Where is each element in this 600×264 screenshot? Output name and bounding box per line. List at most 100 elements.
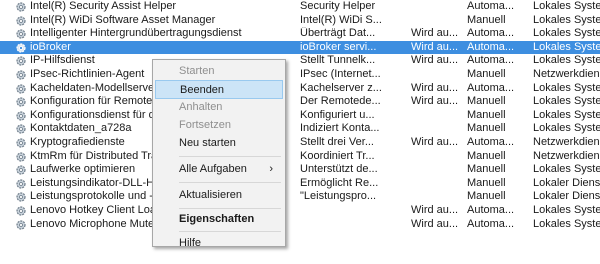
submenu-arrow-icon: › (269, 163, 273, 175)
service-row[interactable]: KtmRm für Distributed Transaction Koordi… (0, 150, 600, 164)
service-description: ioBroker servi... (300, 40, 377, 53)
service-name: ioBroker (30, 40, 71, 53)
service-description: Security Helper (300, 0, 376, 12)
menu-separator (179, 156, 281, 157)
service-gear-icon (16, 2, 26, 12)
service-logon-as: Lokales System (533, 81, 600, 94)
menu-item-refresh[interactable]: Aktualisieren (155, 186, 283, 205)
service-description: Konfiguriert u... (300, 108, 375, 121)
menu-separator (179, 208, 281, 209)
service-row[interactable]: Intelligenter Hintergrundübertragungsdie… (0, 27, 600, 41)
service-logon-as: Lokales System (533, 0, 600, 12)
service-row[interactable]: Leistungsindikator-DLL-Host Ermöglicht R… (0, 177, 600, 191)
service-row[interactable]: Laufwerke optimieren Unterstützt de... M… (0, 163, 600, 177)
service-description: Intel(R) WiDi S... (300, 13, 382, 26)
service-gear-icon (16, 83, 26, 94)
service-gear-icon (16, 151, 26, 162)
service-description: Der Remotede... (300, 95, 381, 108)
service-row-selected[interactable]: ioBroker ioBroker servi... Wird au... Au… (0, 40, 600, 55)
service-row[interactable]: Konfigurationsdienst für direkt Konfigur… (0, 109, 600, 123)
menu-item-pause[interactable]: Anhalten (155, 98, 283, 117)
service-row[interactable]: Leistungsprotokolle und -warnungen "Leis… (0, 190, 600, 204)
menu-item-help[interactable]: Hilfe (155, 225, 283, 253)
service-row[interactable]: Kontaktdaten_a728a Indiziert Konta... Ma… (0, 122, 600, 136)
service-gear-icon (16, 56, 26, 66)
service-startup-type: Manuell (467, 122, 506, 135)
service-gear-icon (16, 111, 26, 121)
service-gear-icon (16, 43, 26, 53)
service-logon-as: Lokales System (533, 54, 600, 67)
menu-item-label: Aktualisieren (179, 189, 242, 201)
service-logon-as: Lokales System (533, 163, 600, 176)
service-description: Kachelserver z... (300, 81, 382, 94)
service-status: Wird au... (411, 136, 459, 148)
menu-item-label: Neu starten (179, 137, 236, 149)
menu-item-label: Starten (179, 65, 215, 77)
service-status: Wird au... (411, 81, 459, 94)
service-status: Wird au... (411, 95, 459, 108)
menu-item-resume[interactable]: Fortsetzen (155, 116, 283, 135)
service-gear-icon (16, 192, 26, 202)
service-gear-icon (16, 165, 26, 175)
service-gear-icon (16, 219, 26, 230)
menu-item-start[interactable]: Starten (155, 62, 283, 81)
service-row[interactable]: Intel(R) Security Assist Helper Security… (0, 0, 600, 14)
service-logon-as: Netzwerkdienst (533, 68, 600, 80)
service-startup-type: Automa... (467, 0, 515, 12)
service-description: Ermöglicht Re... (300, 176, 379, 189)
service-status: Wird au... (411, 204, 459, 216)
service-gear-icon (16, 29, 26, 39)
service-logon-as: Lokales System (533, 108, 600, 121)
service-startup-type: Manuell (467, 108, 506, 121)
service-name: Intelligenter Hintergrundübertragungsdie… (30, 27, 242, 40)
menu-item-label: Alle Aufgaben (179, 163, 247, 175)
service-name: Intel(R) Security Assist Helper (30, 0, 177, 12)
service-row[interactable]: Konfiguration für Remotedesktops Der Rem… (0, 95, 600, 109)
service-row[interactable]: Lenovo Hotkey Client Loader Wird au... A… (0, 204, 600, 218)
menu-separator (179, 182, 281, 183)
service-startup-type: Automa... (467, 40, 515, 53)
service-startup-type: Manuell (467, 163, 506, 176)
service-logon-as: Netzwerkdienst (533, 149, 600, 162)
menu-item-all-tasks[interactable]: Alle Aufgaben › (155, 160, 283, 179)
service-description: Indiziert Konta... (300, 122, 380, 135)
menu-item-stop[interactable]: Beenden (155, 80, 283, 99)
service-logon-as: Lokaler Dienst (533, 190, 600, 203)
service-startup-type: Manuell (467, 13, 506, 26)
service-row[interactable]: Kacheldaten-Modellserver Kachelserver z.… (0, 82, 600, 96)
service-startup-type: Automa... (467, 54, 515, 67)
service-logon-as: Lokales System (533, 27, 600, 40)
service-startup-type: Manuell (467, 68, 506, 80)
service-logon-as: Lokales System (533, 13, 600, 26)
service-status: Wird au... (411, 40, 459, 53)
service-logon-as: Lokales System (533, 40, 600, 53)
service-logon-as: Lokales System (533, 204, 600, 216)
service-gear-icon (16, 124, 26, 134)
service-startup-type: Automa... (467, 27, 515, 40)
service-startup-type: Automa... (467, 217, 515, 230)
service-row[interactable]: Intel(R) WiDi Software Asset Manager Int… (0, 14, 600, 28)
service-logon-as: Lokaler Dienst (533, 176, 600, 189)
service-startup-type: Manuell (467, 95, 506, 108)
service-name: Intel(R) WiDi Software Asset Manager (30, 13, 216, 26)
service-row[interactable]: IPsec-Richtlinien-Agent IPsec (Internet.… (0, 68, 600, 82)
service-row[interactable]: Lenovo Microphone Mute Wird au... Automa… (0, 218, 600, 232)
service-description: "Leistungspro... (300, 190, 377, 203)
service-logon-as: Lokales System (533, 217, 600, 230)
service-description: Koordiniert Tr... (300, 149, 375, 162)
service-logon-as: Netzwerkdienst (533, 136, 600, 148)
service-gear-icon (16, 138, 26, 148)
service-logon-as: Lokales System (533, 95, 600, 108)
menu-item-restart[interactable]: Neu starten (155, 134, 283, 153)
service-startup-type: Automa... (467, 81, 515, 94)
service-row[interactable]: Kryptografiedienste Stellt drei Ver... W… (0, 136, 600, 150)
service-gear-icon (16, 206, 26, 216)
services-list: Intel(R) Security Assist Helper Security… (0, 0, 600, 230)
service-startup-type: Manuell (467, 149, 506, 162)
service-row[interactable]: IP-Hilfsdienst Stellt Tunnelk... Wird au… (0, 54, 600, 68)
service-description: Stellt drei Ver... (300, 136, 374, 148)
service-description: Unterstützt de... (300, 163, 378, 176)
context-menu: Starten Beenden Anhalten Fortsetzen Neu … (152, 59, 286, 249)
service-gear-icon (16, 70, 26, 80)
service-description: IPsec (Internet... (300, 68, 381, 80)
